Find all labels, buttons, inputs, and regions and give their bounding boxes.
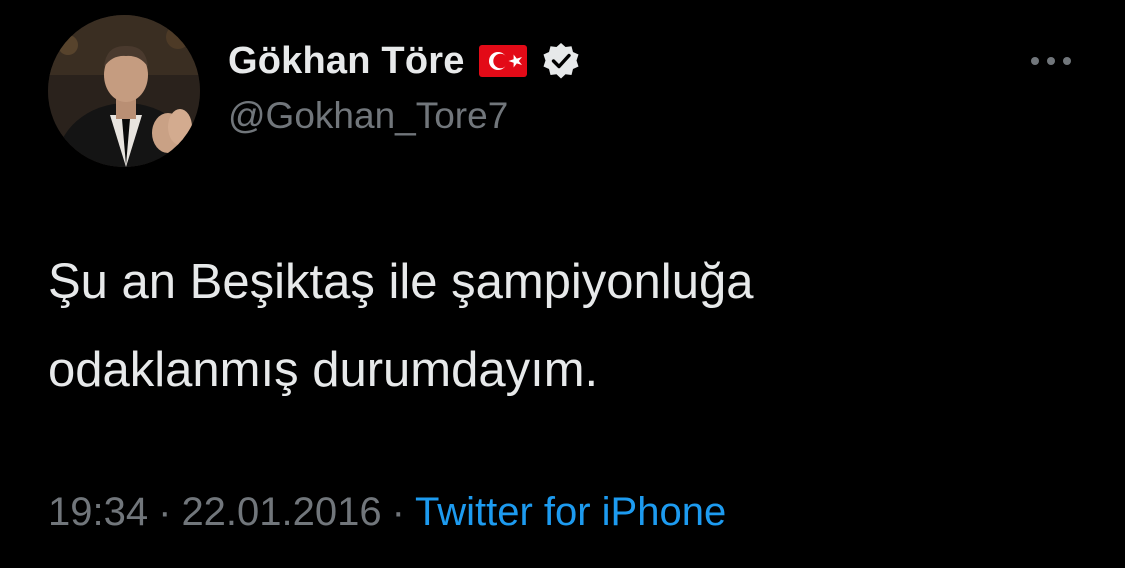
meta-separator: ·	[158, 490, 172, 534]
author-avatar[interactable]	[48, 15, 200, 167]
avatar-photo-icon	[48, 15, 200, 167]
meta-separator: ·	[391, 490, 405, 534]
tweet-source-link[interactable]: Twitter for iPhone	[415, 490, 726, 534]
author-display-name[interactable]: Gökhan Töre	[228, 38, 465, 84]
verified-badge-icon	[541, 41, 581, 81]
tweet-time[interactable]: 19:34	[48, 490, 148, 534]
author-name-row: Gökhan Töre	[228, 38, 581, 84]
author-handle[interactable]: @Gokhan_Tore7	[228, 94, 508, 138]
more-options-icon	[1031, 57, 1071, 65]
more-options-button[interactable]	[1026, 48, 1076, 74]
tweet-meta: 19:34 · 22.01.2016 · Twitter for iPhone	[48, 486, 726, 538]
turkey-flag-icon	[478, 45, 527, 77]
tweet-card: Gökhan Töre @Gokhan_Tore7 Şu an Beşiktaş…	[0, 0, 1125, 568]
tweet-date[interactable]: 22.01.2016	[181, 490, 381, 534]
tweet-text: Şu an Beşiktaş ile şampiyonluğa odaklanm…	[48, 255, 754, 397]
